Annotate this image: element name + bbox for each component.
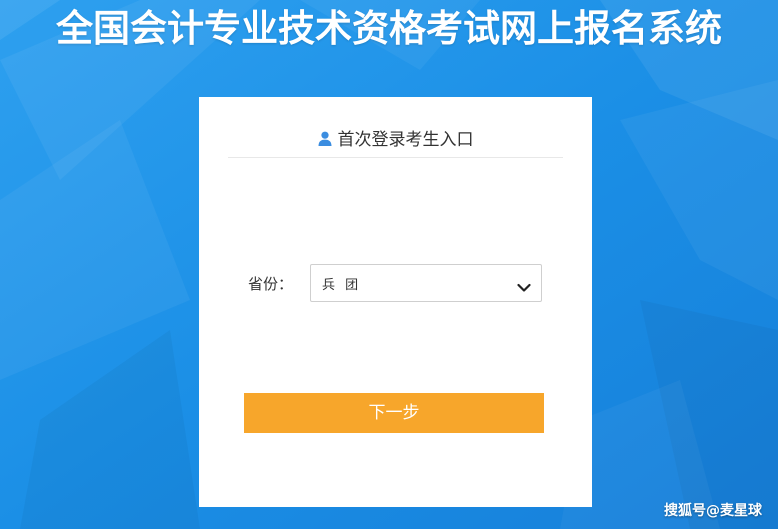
card-header: 首次登录考生入口 [228, 117, 563, 158]
next-step-button[interactable]: 下一步 [244, 393, 544, 433]
province-label: 省份： [248, 274, 294, 293]
watermark: 搜狐号@麦星球 [664, 503, 762, 519]
login-card: 首次登录考生入口 省份： 兵 团 下一步 [199, 97, 592, 507]
user-icon [318, 131, 332, 146]
province-selected-value: 兵 团 [322, 277, 362, 293]
chevron-down-icon [517, 278, 531, 292]
province-row: 省份： 兵 团 [248, 263, 548, 303]
card-title: 首次登录考生入口 [337, 129, 474, 150]
province-select[interactable]: 兵 团 [310, 264, 542, 302]
page-title: 全国会计专业技术资格考试网上报名系统 [56, 7, 722, 50]
